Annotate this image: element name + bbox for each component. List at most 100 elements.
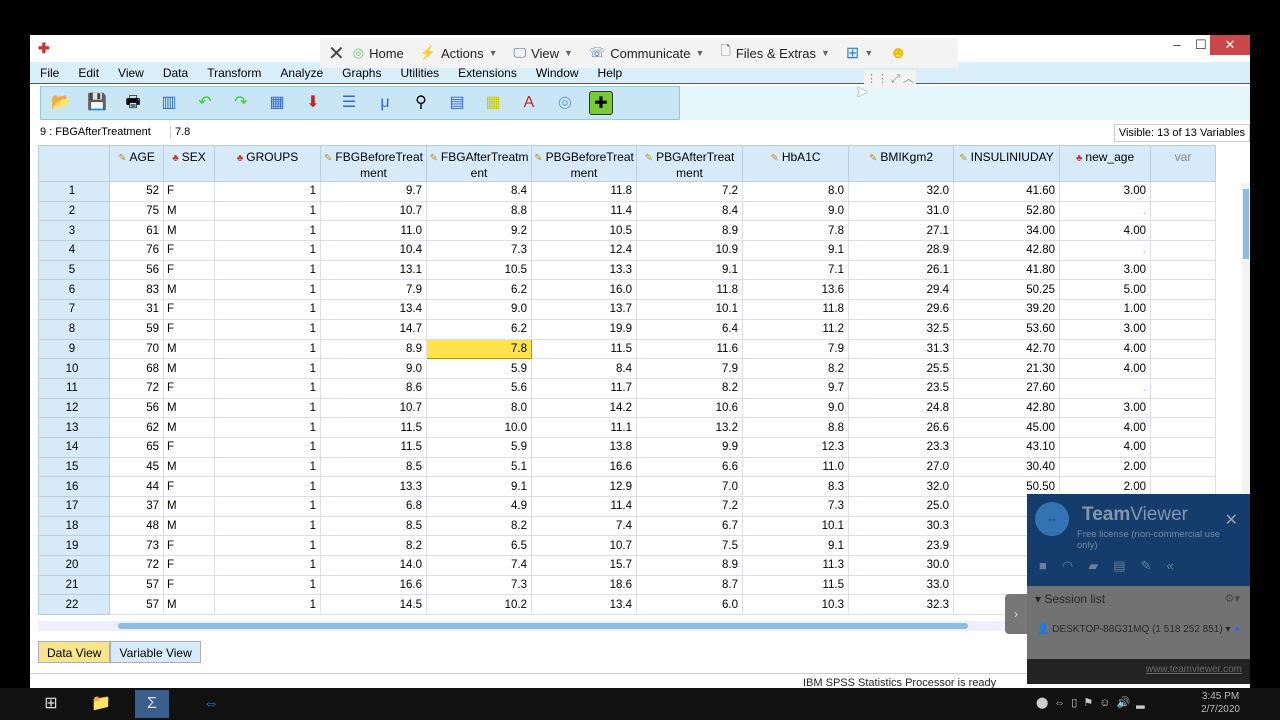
data-cell[interactable]: 23.5	[848, 377, 954, 399]
data-cell[interactable]: 13.2	[636, 417, 743, 438]
data-cell[interactable]: 1.00	[1059, 299, 1151, 320]
row-number[interactable]: 11	[38, 377, 110, 399]
data-cell[interactable]: 52.80	[953, 200, 1060, 222]
tab-variable-view[interactable]: Variable View	[110, 641, 201, 663]
data-cell[interactable]: F	[163, 436, 215, 458]
data-cell[interactable]: 5.9	[426, 358, 532, 379]
column-header-sex[interactable]: ♣ SEX	[163, 145, 215, 182]
data-cell[interactable]: M	[163, 358, 215, 379]
data-cell[interactable]: F	[163, 181, 215, 202]
data-cell[interactable]: 1	[214, 259, 321, 281]
data-cell[interactable]: 10.5	[426, 259, 532, 281]
gear-icon[interactable]: ⚙▾	[1225, 592, 1240, 605]
data-cell[interactable]: 7.8	[742, 220, 849, 242]
session-list-header[interactable]: ▾ Session list	[1035, 592, 1105, 606]
empty-cell[interactable]	[1150, 240, 1216, 261]
row-number[interactable]: 5	[38, 259, 110, 281]
empty-cell[interactable]	[1150, 299, 1216, 320]
whiteboard-brush-icon[interactable]: ✎	[1141, 558, 1152, 574]
data-cell[interactable]: 1	[214, 318, 321, 340]
data-cell[interactable]: F	[163, 240, 215, 261]
data-cell[interactable]: 29.6	[848, 299, 954, 320]
collapse-icon[interactable]: «	[1166, 558, 1173, 574]
data-cell[interactable]: 61	[109, 220, 164, 242]
data-cell[interactable]: 11.8	[636, 279, 743, 301]
empty-cell[interactable]	[1150, 279, 1216, 301]
data-cell[interactable]: 7.4	[426, 555, 532, 576]
data-cell[interactable]: 13.8	[531, 436, 637, 458]
data-cell[interactable]: 9.7	[320, 181, 427, 202]
teamviewer-taskbar-icon[interactable]: ⇔	[194, 690, 228, 718]
data-cell[interactable]: 42.80	[953, 240, 1060, 261]
data-cell[interactable]: 8.2	[636, 377, 743, 399]
data-cell[interactable]: 14.5	[320, 594, 427, 616]
data-cell[interactable]: 41.60	[953, 181, 1060, 202]
data-cell[interactable]: 11.5	[320, 417, 427, 438]
data-cell[interactable]: 7.0	[636, 476, 743, 497]
data-cell[interactable]: 13.6	[742, 279, 849, 301]
chat-icon[interactable]: ▰	[1088, 558, 1098, 574]
data-cell[interactable]: 13.4	[531, 594, 637, 616]
video-icon[interactable]: ■	[1039, 558, 1047, 574]
data-cell[interactable]: 3.00	[1059, 318, 1151, 340]
data-cell[interactable]: 10.6	[636, 397, 743, 419]
data-cell[interactable]: 14.7	[320, 318, 427, 340]
data-cell[interactable]: 11.2	[742, 318, 849, 340]
data-cell[interactable]: 7.3	[426, 574, 532, 596]
data-cell[interactable]: 32.5	[848, 318, 954, 340]
row-number[interactable]: 1	[38, 181, 110, 202]
data-cell[interactable]: F	[163, 476, 215, 497]
vertical-scroll-thumb[interactable]	[1243, 189, 1249, 259]
open-icon[interactable]: 📂	[49, 91, 73, 115]
data-cell[interactable]: M	[163, 594, 215, 616]
data-cell[interactable]: 6.2	[426, 318, 532, 340]
row-number[interactable]: 10	[38, 358, 110, 379]
data-cell[interactable]: F	[163, 574, 215, 596]
data-cell[interactable]: 39.20	[953, 299, 1060, 320]
data-cell[interactable]: 13.4	[320, 299, 427, 320]
column-header-bmikgm2[interactable]: ✎ BMIKgm2	[848, 145, 954, 182]
data-cell[interactable]: 4.00	[1059, 417, 1151, 438]
data-cell[interactable]: 42.70	[953, 338, 1060, 360]
data-cell[interactable]: 7.5	[636, 535, 743, 557]
data-cell[interactable]: 2.00	[1059, 456, 1151, 478]
file-explorer-icon[interactable]: 📁	[84, 690, 118, 718]
column-header-fbgbeforetreatment[interactable]: ✎ FBGBeforeTreat ment	[320, 145, 427, 182]
data-cell[interactable]: 16.6	[531, 456, 637, 478]
data-cell[interactable]: 11.5	[320, 436, 427, 458]
close-icon[interactable]: ✕	[1225, 510, 1238, 530]
menu-file[interactable]: File	[40, 66, 59, 80]
data-cell[interactable]: 1	[214, 574, 321, 596]
data-cell[interactable]: 1	[214, 377, 321, 399]
menu-transform[interactable]: Transform	[207, 66, 261, 80]
row-number[interactable]: 14	[38, 436, 110, 458]
undo-icon[interactable]: ↶	[193, 91, 217, 115]
data-cell[interactable]: M	[163, 338, 215, 360]
data-cell[interactable]: 31.3	[848, 338, 954, 360]
data-cell[interactable]: 1	[214, 279, 321, 301]
data-cell[interactable]: 73	[109, 535, 164, 557]
data-cell[interactable]: 1	[214, 436, 321, 458]
row-number[interactable]: 4	[38, 240, 110, 261]
file-transfer-icon[interactable]: ▤	[1113, 558, 1125, 574]
data-cell[interactable]: 1	[214, 456, 321, 478]
data-cell[interactable]: 70	[109, 338, 164, 360]
data-cell[interactable]: 11.5	[742, 574, 849, 596]
data-cell[interactable]: 8.4	[426, 181, 532, 202]
row-number[interactable]: 17	[38, 496, 110, 517]
data-cell[interactable]: F	[163, 299, 215, 320]
data-cell[interactable]: 27.60	[953, 377, 1060, 399]
empty-cell[interactable]	[1150, 397, 1216, 419]
system-tray-icons[interactable]: ⬤⇔▯⚑☺🔊▂	[1036, 696, 1151, 709]
data-cell[interactable]: 11.4	[531, 200, 637, 222]
data-cell[interactable]: 12.4	[531, 240, 637, 261]
data-cell[interactable]: F	[163, 318, 215, 340]
view-button[interactable]: 🖵 View ▼	[514, 45, 573, 61]
data-cell[interactable]: 8.2	[426, 515, 532, 537]
data-cell[interactable]: 5.9	[426, 436, 532, 458]
column-header-pbgaftertreatment[interactable]: ✎ PBGAfterTreat ment	[636, 145, 743, 182]
data-cell[interactable]: F	[163, 535, 215, 557]
data-cell[interactable]: 25.0	[848, 496, 954, 517]
data-cell[interactable]: F	[163, 555, 215, 576]
horizontal-scroll-thumb[interactable]	[118, 623, 968, 629]
